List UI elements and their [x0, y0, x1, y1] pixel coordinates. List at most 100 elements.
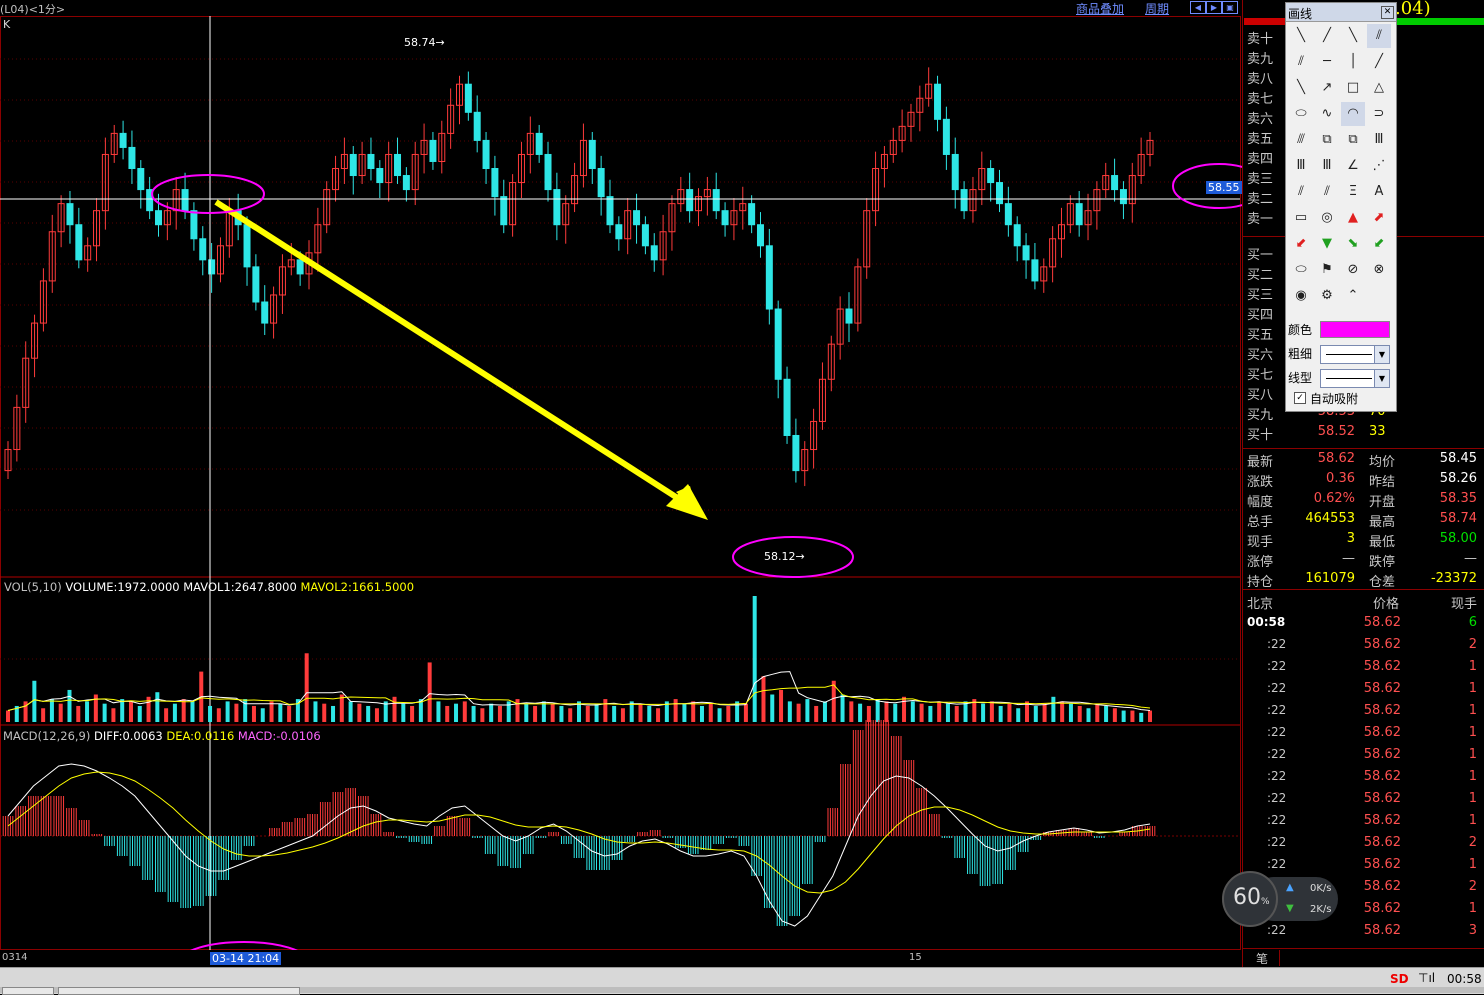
down-arrow-icon[interactable]: ▼: [1315, 232, 1339, 256]
tick-footer-tab[interactable]: 笔: [1245, 950, 1280, 966]
tick-row[interactable]: :22 58.62 1: [1243, 813, 1484, 835]
parallel-icon[interactable]: ⫽: [1367, 24, 1391, 48]
tick-volume: 3: [1468, 923, 1477, 938]
tick-row[interactable]: :22 58.62 1: [1243, 725, 1484, 747]
drawing-toolbox[interactable]: 画线 ✕ ╲ ╱ ╲ ⫽ ⫽ ─ │ ╱ ╲ ↗ □ △ ⬭ ∿ ◠ ⊃ ⫻ ⧉ ⧉ Ⅲ Ⅲ Ⅲ ∠ ⋰ ⫽ ⫽ Ξ A ▭ ◎ ▲ ⬈ ⬋ ▼ ⬊…: [1285, 2, 1397, 412]
vertical-line-icon[interactable]: │: [1341, 50, 1365, 74]
volume-bar: [743, 703, 748, 722]
quote-label: 仓差: [1369, 575, 1396, 590]
tick-row[interactable]: 00:58 58.62 6: [1243, 615, 1484, 637]
close-icon[interactable]: ✕: [1381, 6, 1394, 19]
overlay-symbol-link[interactable]: 商品叠加: [1076, 0, 1124, 17]
tab-1[interactable]: [2, 987, 54, 995]
dea-line: [7, 771, 1151, 894]
fibonacci-icon[interactable]: ⫻: [1289, 128, 1313, 152]
hide-icon[interactable]: ⊘: [1341, 258, 1365, 282]
line-width-select[interactable]: ▼: [1320, 345, 1390, 364]
period-icon[interactable]: Ⅲ: [1315, 154, 1339, 178]
cycle-icon[interactable]: Ⅲ: [1289, 154, 1313, 178]
arrow-line-icon[interactable]: ╲: [1289, 76, 1313, 100]
volume-bar: [1104, 705, 1109, 722]
flag-icon[interactable]: ⚑: [1315, 258, 1339, 282]
period-link[interactable]: 周期: [1145, 0, 1169, 17]
volume-bar: [49, 699, 54, 722]
rectangle-icon[interactable]: □: [1341, 76, 1365, 100]
ratio-icon[interactable]: ⫽: [1315, 180, 1339, 204]
gann-icon[interactable]: ⧉: [1315, 128, 1339, 152]
volume-bar: [963, 701, 968, 722]
scroll-left-button[interactable]: ◀: [1190, 1, 1206, 14]
horizontal-line-icon[interactable]: ─: [1315, 50, 1339, 74]
tick-volume: 1: [1468, 681, 1477, 696]
download-speed: 2K/s: [1310, 904, 1332, 915]
down-left-arrow-icon[interactable]: ⬋: [1289, 232, 1313, 256]
network-speed-widget[interactable]: 60% ▲ 0K/s ▼ 2K/s: [1222, 871, 1340, 927]
tick-row[interactable]: :22 58.62 1: [1243, 791, 1484, 813]
golden-icon[interactable]: ⫽: [1289, 180, 1313, 204]
up-arrow-line-icon[interactable]: ↗: [1315, 76, 1339, 100]
down-right-arrow-icon[interactable]: ⬊: [1341, 232, 1365, 256]
arc-icon[interactable]: ◠: [1341, 102, 1365, 126]
segment-icon[interactable]: ╲: [1341, 24, 1365, 48]
auto-snap-checkbox[interactable]: ✓: [1294, 392, 1306, 404]
tick-price: 58.62: [1363, 703, 1401, 718]
speed-line-icon[interactable]: ⋰: [1367, 154, 1391, 178]
grid-icon[interactable]: Ⅲ: [1367, 128, 1391, 152]
volume-bar: [480, 708, 485, 722]
color-swatch[interactable]: [1320, 321, 1390, 338]
text-icon[interactable]: A: [1367, 180, 1391, 204]
triangle-icon[interactable]: △: [1367, 76, 1391, 100]
line-style-select[interactable]: ▼: [1320, 369, 1390, 388]
candle-body: [66, 203, 74, 226]
angle-icon[interactable]: ∠: [1341, 154, 1365, 178]
crosshair-price-label: 58.55: [1206, 181, 1242, 194]
gann-line-icon[interactable]: Ξ: [1341, 180, 1365, 204]
collapse-icon[interactable]: ⌃: [1341, 284, 1365, 308]
quote-label: 最高: [1369, 515, 1396, 530]
bid-row[interactable]: 买十 58.52 33: [1243, 424, 1484, 444]
scroll-right-button[interactable]: ▶: [1206, 1, 1222, 14]
tick-row[interactable]: :22 58.62 1: [1243, 747, 1484, 769]
curve-icon[interactable]: ⊃: [1367, 102, 1391, 126]
ray-icon[interactable]: ╱: [1315, 24, 1339, 48]
channel-icon[interactable]: ⫽: [1289, 50, 1313, 74]
left-down-arrow-icon[interactable]: ⬋: [1367, 232, 1391, 256]
tick-volume: 1: [1468, 725, 1477, 740]
tick-row[interactable]: :22 58.62 1: [1243, 769, 1484, 791]
tab-2[interactable]: [58, 987, 300, 995]
line-icon[interactable]: ╲: [1289, 24, 1313, 48]
volume-bar: [331, 705, 336, 722]
tick-row[interactable]: :22 58.62 2: [1243, 835, 1484, 857]
tick-row[interactable]: :22 58.62 2: [1243, 637, 1484, 659]
zoom-button[interactable]: ▣: [1222, 1, 1238, 14]
quote-label: 总手: [1247, 515, 1274, 530]
settings-icon[interactable]: ⚙: [1315, 284, 1339, 308]
ask-level-name: 卖五: [1247, 132, 1274, 147]
macd-legend: MACD(12,26,9) DIFF:0.0063 DEA:0.0116 MAC…: [3, 729, 321, 743]
tick-row[interactable]: :22 58.62 1: [1243, 659, 1484, 681]
toolbox-titlebar[interactable]: 画线 ✕: [1286, 3, 1396, 22]
eye-icon[interactable]: ◉: [1289, 284, 1313, 308]
tick-row[interactable]: :22 58.62 1: [1243, 681, 1484, 703]
mavol1-value: MAVOL1:2647.8000: [183, 580, 297, 594]
ellipse-icon[interactable]: ⬭: [1289, 102, 1313, 126]
wave-icon[interactable]: ∿: [1315, 102, 1339, 126]
candle-body: [181, 189, 189, 212]
quote-value: 58.00: [1439, 531, 1477, 546]
up-right-arrow-icon[interactable]: ⬈: [1367, 206, 1391, 230]
tick-row[interactable]: :22 58.62 1: [1243, 703, 1484, 725]
trend-icon[interactable]: ╱: [1367, 50, 1391, 74]
tick-time: :22: [1267, 857, 1287, 871]
fan-icon[interactable]: ⧉: [1341, 128, 1365, 152]
ruler-icon[interactable]: ▭: [1289, 206, 1313, 230]
volume-bar: [1095, 703, 1100, 722]
volume-bar: [937, 701, 942, 722]
candle-body: [482, 139, 490, 170]
tick-price: 58.62: [1363, 857, 1401, 872]
kline-chart[interactable]: [0, 16, 1242, 950]
eraser-icon[interactable]: ⬭: [1289, 258, 1313, 282]
volume-bar: [902, 696, 907, 722]
up-arrow-icon[interactable]: ▲: [1341, 206, 1365, 230]
show-all-icon[interactable]: ⊗: [1367, 258, 1391, 282]
target-icon[interactable]: ◎: [1315, 206, 1339, 230]
